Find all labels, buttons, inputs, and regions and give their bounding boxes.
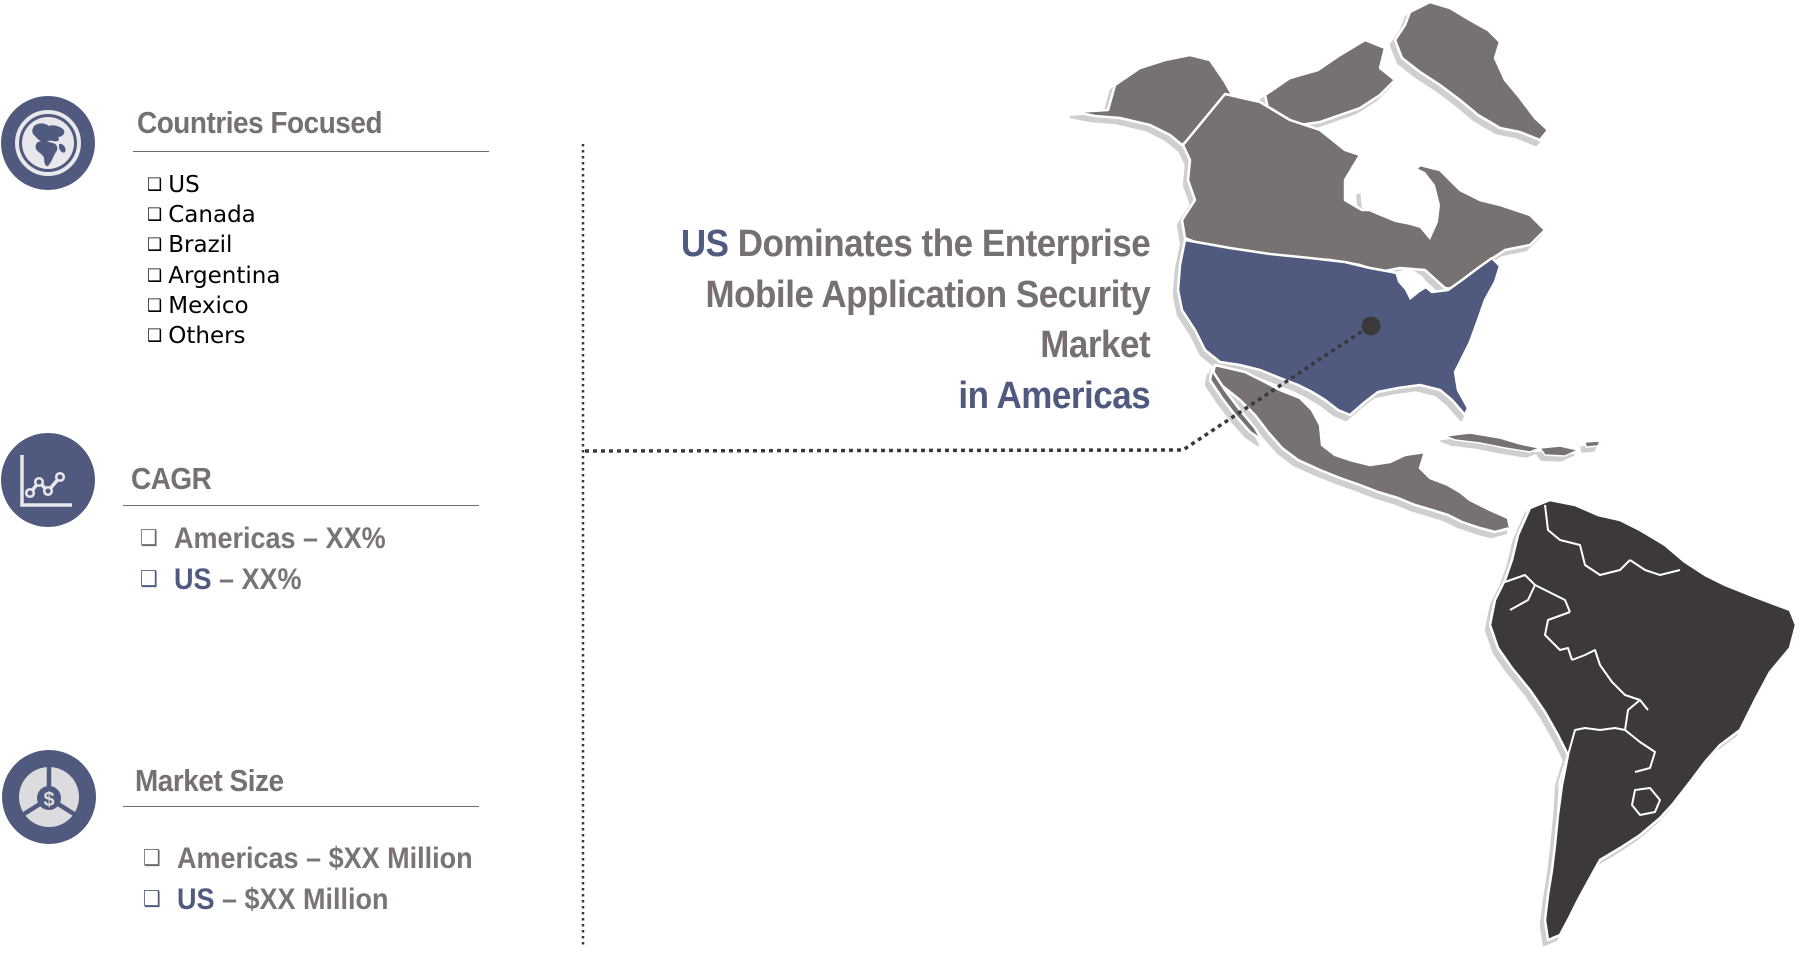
list-item: ❑ US – XX%	[140, 559, 386, 600]
headline-line-2: Mobile Application Security	[705, 273, 1150, 316]
list-item: ❑ US – $XX Million	[143, 879, 473, 920]
cagr-section-icon-badge	[1, 433, 95, 527]
country-label: Mexico	[168, 292, 249, 319]
stat-region: US	[176, 883, 215, 916]
map-region-mexico-central-america	[1210, 363, 1512, 534]
globe-icon	[15, 110, 81, 176]
list-item: ❑ Brazil	[147, 230, 280, 260]
stat-value: – XX%	[211, 563, 302, 596]
list-item: ❑ Americas – XX%	[140, 518, 386, 559]
list-item: ❑ Argentina	[147, 261, 280, 291]
map-hudson-bay	[1360, 165, 1440, 240]
map-region-hispaniola	[1539, 445, 1579, 457]
checkbox-icon: ❑	[147, 265, 163, 286]
map-region-arctic-islands	[1263, 38, 1397, 127]
headline-line-1-text: Dominates the Enterprise	[728, 223, 1151, 265]
headline-line-1: US Dominates the Enterprise	[680, 219, 1151, 270]
country-label: US	[168, 172, 200, 198]
map-region-south-america	[1488, 498, 1798, 942]
list-item: ❑ Americas – $XX Million	[143, 838, 473, 879]
cagr-title-divider	[123, 505, 479, 506]
countries-list: ❑ US ❑ Canada ❑ Brazil ❑ Argentina ❑ Mexico ❑…	[147, 170, 280, 351]
country-label: Argentina	[168, 262, 281, 289]
country-label: Brazil	[168, 232, 233, 259]
market-size-title: Market Size	[135, 763, 284, 798]
map-south-america-borders	[1504, 504, 1681, 816]
checkbox-icon: ❑	[143, 886, 161, 911]
stat-region: Americas	[173, 522, 296, 555]
countries-focused-title: Countries Focused	[137, 105, 383, 140]
map-region-alaska	[1073, 53, 1237, 147]
countries-section-icon-badge	[1, 96, 95, 190]
svg-text:$: $	[43, 789, 54, 811]
headline-line-3: Market	[1040, 324, 1150, 366]
americas-map	[581, 0, 1798, 945]
map-region-baja	[1208, 368, 1264, 442]
market-size-section-icon-badge: $	[2, 750, 96, 844]
cagr-list: ❑ Americas – XX% ❑ US – XX%	[140, 518, 413, 600]
checkbox-icon: ❑	[147, 205, 163, 226]
headline: US Dominates the Enterprise Mobile Appli…	[640, 219, 1151, 421]
checkbox-icon: ❑	[140, 525, 158, 550]
checkbox-icon: ❑	[140, 566, 158, 591]
stat-region: US	[173, 563, 212, 596]
checkbox-icon: ❑	[143, 845, 161, 870]
stat-value: – $XX Million	[298, 842, 473, 875]
map-region-canada	[1180, 92, 1547, 292]
list-item: ❑ Mexico	[147, 291, 280, 321]
list-item: ❑ US	[147, 170, 280, 200]
map-great-lakes	[1395, 268, 1430, 300]
list-item: ❑ Canada	[147, 200, 280, 230]
stat-region: Americas	[176, 842, 299, 875]
country-label: Others	[168, 323, 246, 350]
line-chart-icon	[20, 455, 72, 507]
country-label: Canada	[168, 202, 256, 229]
map-region-cuba	[1444, 432, 1541, 453]
stat-value: – $XX Million	[214, 883, 389, 916]
checkbox-icon: ❑	[147, 326, 163, 347]
checkbox-icon: ❑	[147, 295, 163, 316]
us-location-marker	[1361, 316, 1381, 336]
checkbox-icon: ❑	[147, 235, 163, 256]
checkbox-icon: ❑	[147, 175, 163, 195]
list-item: ❑ Others	[147, 321, 280, 351]
countries-title-divider	[133, 151, 489, 152]
market-size-title-divider	[123, 806, 479, 807]
stat-value: – XX%	[295, 522, 386, 555]
map-region-puerto-rico	[1584, 440, 1601, 448]
headline-highlight: US	[680, 223, 729, 265]
map-region-greenland	[1393, 0, 1550, 142]
market-size-list: ❑ Americas – $XX Million ❑ US – $XX Millio…	[143, 838, 509, 920]
cagr-title: CAGR	[131, 461, 212, 496]
map-region-united-states	[1176, 238, 1502, 417]
headline-line-4: in Americas	[958, 374, 1150, 417]
dollar-pie-icon: $	[19, 767, 79, 827]
